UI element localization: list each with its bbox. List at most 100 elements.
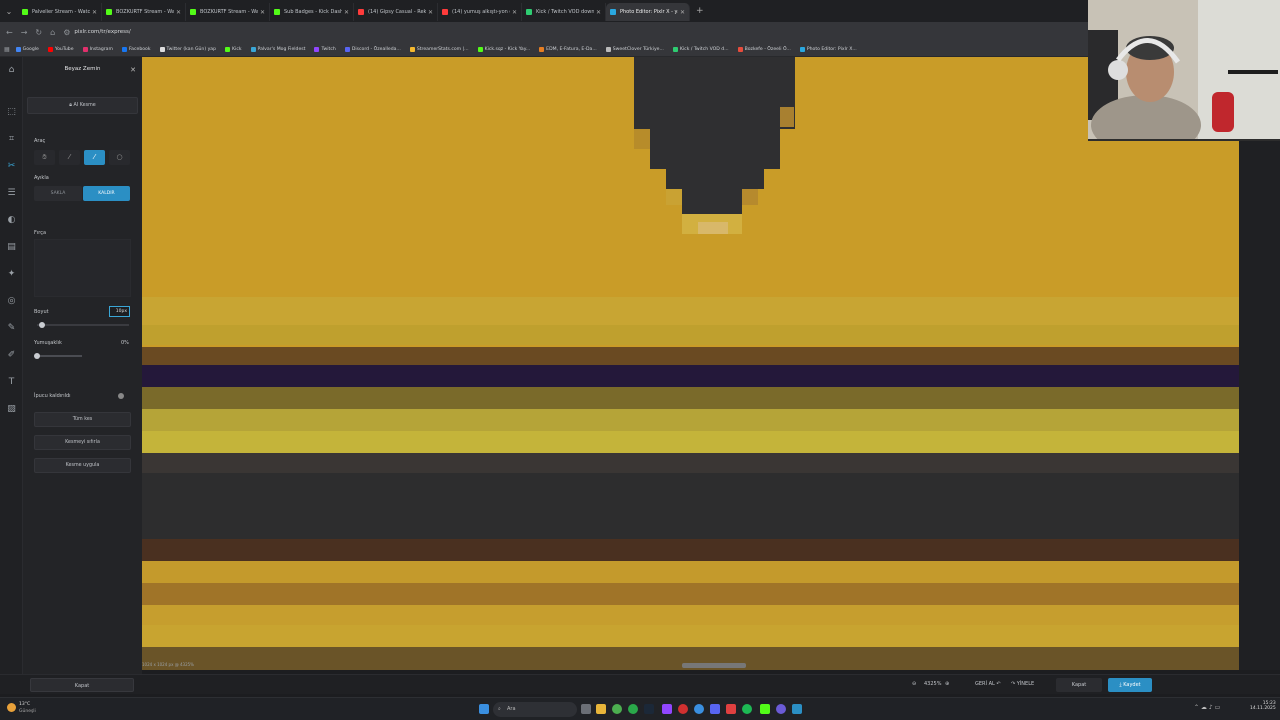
file-explorer-icon[interactable] [596,704,606,714]
discord-icon[interactable] [710,704,720,714]
browser-tab[interactable]: (14) yumuş alkıştı-yon geçi - Y✕ [438,3,522,21]
start-icon[interactable] [479,704,489,714]
liquify-icon[interactable]: ◎ [6,296,17,307]
back-icon[interactable]: ← [6,28,13,37]
home-icon[interactable]: ⌂ [50,28,55,37]
bookmark-item[interactable]: Kick.sqz - Kick Yay... [477,46,530,52]
weather-icon[interactable] [7,703,16,712]
bookmark-item[interactable]: Kick [225,46,242,52]
draw-icon[interactable]: ✎ [6,323,17,334]
spotify-icon[interactable] [742,704,752,714]
bookmark-item[interactable]: Twitch [314,46,336,52]
brush-icon[interactable]: ✐ [6,350,17,361]
bookmark-item[interactable]: EDM, E-Fatura, E-Da... [539,46,597,52]
clear-all-button[interactable]: Tüm kes [34,412,131,427]
tab-close-icon[interactable]: ✕ [344,9,349,16]
tip-toggle[interactable] [118,393,124,399]
home-icon[interactable]: ⌂ [6,65,17,76]
arrange-icon[interactable]: ⬚ [6,107,17,118]
edge-icon[interactable] [694,704,704,714]
softness-slider[interactable] [34,353,82,359]
redo-button[interactable]: ↷ YİNELE [1011,681,1034,687]
close-icon[interactable]: ✕ [130,66,136,74]
browser-tab[interactable]: BOZKURTF Stream - Watch Li✕ [186,3,270,21]
pixlr-icon[interactable] [792,704,802,714]
site-info-icon[interactable]: ⚙ [63,28,70,37]
filter-icon[interactable]: ◐ [6,215,17,226]
browser-tab[interactable]: BOZKURTF Stream - Watch Li✕ [102,3,186,21]
retouch-icon[interactable]: ✦ [6,269,17,280]
keep-mode-button[interactable]: SAKLA [34,186,82,201]
browser-tab[interactable]: Palvelier Stream - Watch Live o✕ [18,3,102,21]
text-icon[interactable]: T [6,377,17,388]
close-panel-button[interactable]: Kapat [30,678,134,692]
bookmark-item[interactable]: YouTube [47,46,74,52]
clock[interactable]: 15:23 14.11.2025 [1250,701,1276,711]
browser-tab[interactable]: Kick / Twitch VOD downloader✕ [522,3,606,21]
crop-icon[interactable]: ⌗ [6,134,17,145]
apps-icon[interactable]: ▦ [4,46,10,53]
bookmark-item[interactable]: Bozkefe - Özeeli Ö... [737,46,791,52]
bookmark-item[interactable]: Palvar's Mog Fieldest [250,46,305,52]
bookmark-item[interactable]: StreamerStats.com |... [409,46,469,52]
brush-tool-button[interactable]: ⁄ [84,150,105,165]
save-button[interactable]: ⤓ Kaydet [1108,678,1152,692]
bookmark-item[interactable]: Google [15,46,39,52]
apply-cutout-button[interactable]: Kesme uygula [34,458,131,473]
size-slider[interactable] [37,322,129,328]
twitch-icon[interactable] [662,704,672,714]
zoom-in-icon[interactable]: ⊕ [945,681,949,687]
zoom-out-icon[interactable]: ⊖ [912,681,916,687]
reload-icon[interactable]: ↻ [35,28,42,37]
tab-close-icon[interactable]: ✕ [428,9,433,16]
app-icon[interactable] [726,704,736,714]
tab-close-icon[interactable]: ✕ [596,9,601,16]
shape-tool-button[interactable]: ○ [109,150,130,165]
ai-cutout-button[interactable]: 🔒︎ AI Kesme [27,97,138,114]
reset-cutout-button[interactable]: Kesmeyi sıfırla [34,435,131,450]
lasso-tool-button[interactable]: ✋︎ [34,150,55,165]
horizontal-scrollbar[interactable] [682,663,746,668]
tab-close-icon[interactable]: ✕ [512,9,517,16]
pattern-icon[interactable]: ▨ [6,404,17,415]
steam-icon[interactable] [644,704,654,714]
new-tab-button[interactable]: + [696,6,704,16]
bookmark-item[interactable]: SweetClover Türkiye... [605,46,664,52]
obs-icon[interactable] [776,704,786,714]
softness-slider-knob[interactable] [34,353,40,359]
tray-icons[interactable]: ⌃ ☁ ♪ ▭ [1194,704,1220,711]
tab-close-icon[interactable]: ✕ [260,9,265,16]
tab-close-icon[interactable]: ✕ [680,9,685,16]
chrome-icon[interactable] [612,704,622,714]
zoom-level[interactable]: 4325% [924,681,941,687]
bookmark-item[interactable]: Kick / Twitch VOD d... [672,46,729,52]
size-input[interactable]: 10px [109,306,130,317]
whatsapp-icon[interactable] [628,704,638,714]
kick-icon[interactable] [760,704,770,714]
browser-tab[interactable]: Sub Badges - Kick Dashboard✕ [270,3,354,21]
cutout-icon[interactable]: ✂ [6,161,17,172]
bookmark-item[interactable]: Facebook [121,46,151,52]
tab-close-icon[interactable]: ✕ [92,9,97,16]
adjust-icon[interactable]: ☰ [6,188,17,199]
forward-icon[interactable]: → [21,28,28,37]
url-field[interactable]: pixlr.com/tr/express/ [74,29,130,35]
remove-mode-button[interactable]: KALDIR [83,186,130,201]
bookmark-item[interactable]: Photo Editor: Pixlr X... [799,46,857,52]
tab-search-icon[interactable]: ⌄ [0,0,18,22]
image-canvas[interactable] [142,57,1239,670]
template-icon[interactable]: ▤ [6,242,17,253]
size-slider-knob[interactable] [38,322,45,328]
bookmark-item[interactable]: Instagram [82,46,113,52]
close-button[interactable]: Kapat [1056,678,1102,692]
task-view-icon[interactable] [581,704,591,714]
bookmark-item[interactable]: Twitter (kan Gün) yap [159,46,216,52]
bookmark-item[interactable]: Discord - Özealleda... [344,46,401,52]
magic-wand-button[interactable]: ⁄ [59,150,80,165]
browser-tab[interactable]: (14) Gipsy Casual - Rekabhi✕ [354,3,438,21]
taskbar-search[interactable]: ⌕ Ara [493,702,577,717]
browser-tab[interactable]: Photo Editor: Pixlr X - yaratıcı✕ [606,3,690,21]
undo-button[interactable]: GERİ AL ↶ [975,681,1001,687]
opera-icon[interactable] [678,704,688,714]
tab-close-icon[interactable]: ✕ [176,9,181,16]
